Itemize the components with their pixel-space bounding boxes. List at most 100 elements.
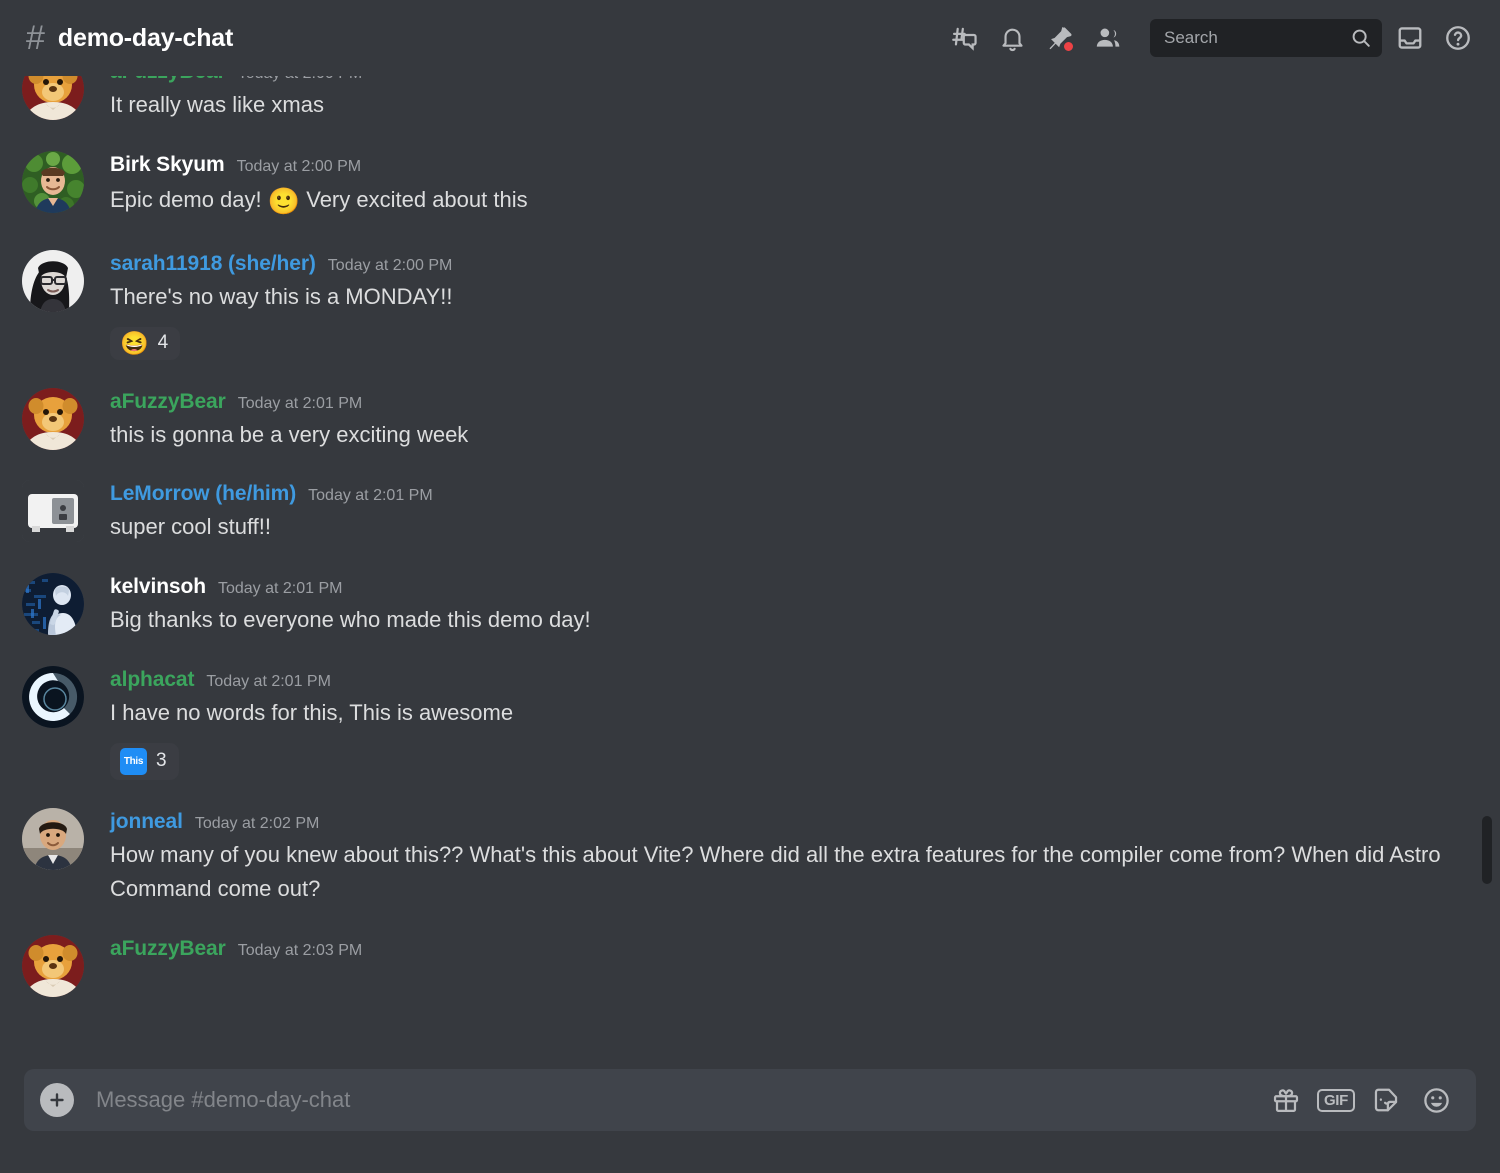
message-body: Birk Skyum Today at 2:00 PM Epic demo da… bbox=[110, 151, 1446, 222]
discord-window: # demo-day-chat Search It really was lik… bbox=[0, 0, 1500, 1173]
message-header: aFuzzyBear Today at 2:03 PM bbox=[110, 937, 1446, 961]
message-timestamp: Today at 2:00 PM bbox=[236, 157, 362, 175]
reaction-list: 😆 4 bbox=[110, 326, 1446, 360]
fuzzy-bear-avatar[interactable] bbox=[22, 76, 84, 120]
emoji-icon[interactable] bbox=[1414, 1080, 1458, 1120]
jonneal-avatar[interactable] bbox=[22, 807, 84, 870]
message-author[interactable]: aFuzzyBear bbox=[110, 390, 226, 414]
alphacat-avatar[interactable] bbox=[22, 665, 84, 728]
message-text: How many of you knew about this?? What's… bbox=[110, 841, 1441, 902]
message-text-before: Epic demo day! bbox=[110, 186, 268, 212]
message-scrollbar-thumb[interactable] bbox=[1482, 816, 1492, 884]
message-item: aFuzzyBear Today at 2:00 PM It really wa… bbox=[0, 76, 1466, 123]
reaction-list: This 3 bbox=[110, 742, 1446, 780]
message-list: aFuzzyBear Today at 2:00 PM It really wa… bbox=[0, 76, 1466, 998]
message-item: aFuzzyBear Today at 2:03 PM bbox=[0, 935, 1466, 998]
sarah-avatar[interactable] bbox=[22, 249, 84, 312]
message-text: I have no words for this, This is awesom… bbox=[110, 699, 514, 725]
kelvinsoh-avatar[interactable] bbox=[22, 573, 84, 636]
help-icon[interactable] bbox=[1438, 18, 1478, 58]
search-placeholder: Search bbox=[1164, 28, 1218, 47]
message-scrollbar-track[interactable] bbox=[1480, 76, 1494, 1073]
message-item: sarah11918 (she/her) Today at 2:00 PM Th… bbox=[0, 249, 1466, 360]
message-item: Birk Skyum Today at 2:00 PM Epic demo da… bbox=[0, 150, 1466, 222]
message-item: LeMorrow (he/him) Today at 2:01 PM super… bbox=[0, 480, 1466, 545]
message-header: aFuzzyBear Today at 2:00 PM bbox=[110, 76, 1446, 84]
message-header: Birk Skyum Today at 2:00 PM bbox=[110, 153, 1446, 177]
message-text: super cool stuff!! bbox=[110, 514, 272, 540]
message-text: Epic demo day! 🙂 Very excited about this bbox=[110, 181, 1446, 222]
search-icon bbox=[1350, 27, 1372, 49]
threads-icon[interactable] bbox=[944, 18, 984, 58]
bell-icon[interactable] bbox=[992, 18, 1032, 58]
message-header: sarah11918 (she/her) Today at 2:00 PM bbox=[110, 252, 1446, 276]
search-input[interactable]: Search bbox=[1150, 19, 1382, 57]
message-author[interactable]: kelvinsoh bbox=[110, 575, 206, 599]
message-timestamp: Today at 2:00 PM bbox=[327, 256, 453, 274]
message-timestamp: Today at 2:01 PM bbox=[217, 580, 343, 598]
message-header: alphacat Today at 2:01 PM bbox=[110, 668, 1446, 692]
message-text: Big thanks to everyone who made this dem… bbox=[110, 607, 591, 633]
message-item: jonneal Today at 2:02 PM How many of you… bbox=[0, 807, 1466, 908]
message-timestamp: Today at 2:02 PM bbox=[194, 814, 320, 832]
members-icon[interactable] bbox=[1088, 18, 1128, 58]
this-custom-emoji: This bbox=[120, 747, 147, 775]
message-input[interactable]: Message #demo-day-chat bbox=[74, 1087, 1258, 1113]
message-text: this is gonna be a very exciting week bbox=[110, 421, 469, 447]
message-scroller[interactable]: aFuzzyBear Today at 2:00 PM It really wa… bbox=[0, 76, 1500, 1073]
message-body: aFuzzyBear Today at 2:01 PM this is gonn… bbox=[110, 388, 1446, 453]
message-body: kelvinsoh Today at 2:01 PM Big thanks to… bbox=[110, 573, 1446, 638]
channel-header: # demo-day-chat Search bbox=[0, 0, 1500, 76]
message-timestamp: Today at 2:01 PM bbox=[206, 672, 331, 690]
message-header: aFuzzyBear Today at 2:01 PM bbox=[110, 390, 1446, 414]
message-header: kelvinsoh Today at 2:01 PM bbox=[110, 575, 1446, 599]
message-item: alphacat Today at 2:01 PM I have no word… bbox=[0, 665, 1466, 780]
message-author[interactable]: alphacat bbox=[110, 668, 195, 692]
fuzzy-bear-avatar[interactable] bbox=[22, 935, 84, 998]
reaction-badge[interactable]: 😆 4 bbox=[110, 326, 181, 360]
gift-icon[interactable] bbox=[1264, 1080, 1308, 1120]
message-item: aFuzzyBear Today at 2:01 PM this is gonn… bbox=[0, 387, 1466, 453]
message-body: aFuzzyBear Today at 2:00 PM It really wa… bbox=[110, 76, 1446, 123]
message-header: jonneal Today at 2:02 PM bbox=[110, 810, 1446, 834]
message-timestamp: Today at 2:01 PM bbox=[308, 487, 433, 505]
message-author[interactable]: LeMorrow (he/him) bbox=[110, 482, 296, 506]
message-author[interactable]: aFuzzyBear bbox=[110, 76, 226, 84]
message-timestamp: Today at 2:00 PM bbox=[238, 76, 363, 83]
message-author[interactable]: aFuzzyBear bbox=[110, 937, 226, 961]
message-composer: Message #demo-day-chat GIF bbox=[0, 1069, 1500, 1173]
message-body: aFuzzyBear Today at 2:03 PM bbox=[110, 935, 1446, 997]
composer-box[interactable]: Message #demo-day-chat GIF bbox=[24, 1069, 1476, 1131]
message-text-after: Very excited about this bbox=[300, 186, 528, 212]
message-text: There's no way this is a MONDAY!! bbox=[110, 283, 453, 309]
fuzzy-bear-avatar[interactable] bbox=[22, 387, 84, 450]
reaction-count: 3 bbox=[156, 750, 167, 772]
inbox-icon[interactable] bbox=[1390, 18, 1430, 58]
composer-icon-group: GIF bbox=[1258, 1080, 1458, 1120]
message-item: kelvinsoh Today at 2:01 PM Big thanks to… bbox=[0, 573, 1466, 638]
message-timestamp: Today at 2:01 PM bbox=[237, 394, 363, 412]
message-timestamp: Today at 2:03 PM bbox=[237, 942, 363, 960]
message-text: It really was like xmas bbox=[110, 92, 324, 117]
hash-icon: # bbox=[26, 19, 45, 57]
sticker-icon[interactable] bbox=[1364, 1080, 1408, 1120]
add-attachment-button[interactable] bbox=[40, 1083, 74, 1117]
message-header: LeMorrow (he/him) Today at 2:01 PM bbox=[110, 482, 1446, 506]
reaction-count: 4 bbox=[157, 332, 169, 354]
lemorrow-avatar[interactable] bbox=[22, 480, 84, 543]
gif-icon[interactable]: GIF bbox=[1314, 1080, 1358, 1120]
message-author[interactable]: jonneal bbox=[110, 810, 183, 834]
gif-label: GIF bbox=[1316, 1088, 1356, 1112]
message-author[interactable]: Birk Skyum bbox=[110, 153, 225, 177]
message-body: sarah11918 (she/her) Today at 2:00 PM Th… bbox=[110, 250, 1446, 360]
reaction-badge[interactable]: This 3 bbox=[110, 742, 179, 780]
slight-smile-emoji: 🙂 bbox=[267, 185, 301, 216]
message-body: jonneal Today at 2:02 PM How many of you… bbox=[110, 808, 1446, 908]
birk-skyum-avatar[interactable] bbox=[22, 150, 84, 213]
message-body: LeMorrow (he/him) Today at 2:01 PM super… bbox=[110, 480, 1446, 545]
message-body: alphacat Today at 2:01 PM I have no word… bbox=[110, 666, 1446, 780]
pin-icon[interactable] bbox=[1040, 18, 1080, 58]
pin-unread-dot bbox=[1062, 40, 1075, 53]
message-author[interactable]: sarah11918 (she/her) bbox=[110, 252, 316, 276]
page-title: demo-day-chat bbox=[57, 23, 234, 52]
